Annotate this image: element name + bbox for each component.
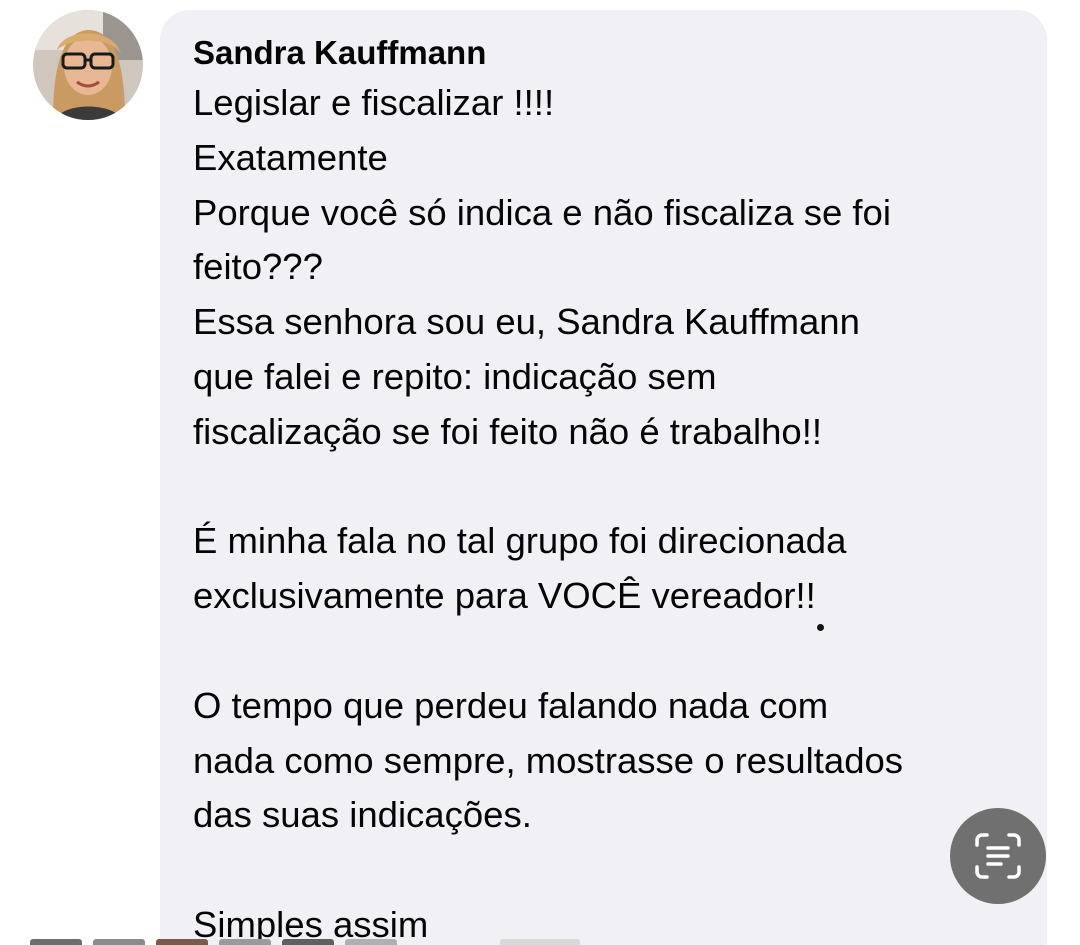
live-text-button[interactable] [950,808,1046,904]
comment-line: fiscalização se foi feito não é trabalho… [193,410,822,452]
comment-line: O tempo que perdeu falando nada com [193,684,829,726]
comment-line: É minha fala no tal grupo foi direcionad… [193,520,847,562]
comment-line: feito??? [193,246,323,288]
comment-line: das suas indicações. [193,794,532,836]
comment-line: Porque você só indica e não fiscaliza se… [193,191,891,233]
text-cursor-dot [817,624,824,631]
comment-line: Essa senhora sou eu, Sandra Kauffmann [193,301,860,343]
comment-line: Legislar e fiscalizar !!!! [193,82,555,123]
comment-line: Exatamente [193,136,388,178]
comment-text: Legislar e fiscalizar !!!! Exatamente Po… [193,76,1023,945]
comment-author[interactable]: Sandra Kauffmann [193,33,486,73]
comment-line: que falei e repito: indicação sem [193,355,717,397]
reaction-thumbnails-strip [0,938,1080,945]
comment-line: nada como sempre, mostrasse o resultados [193,739,904,781]
avatar[interactable] [33,10,143,120]
live-text-scan-icon [975,833,1021,879]
comment-line: exclusivamente para VOCÊ vereador!! [193,575,816,617]
